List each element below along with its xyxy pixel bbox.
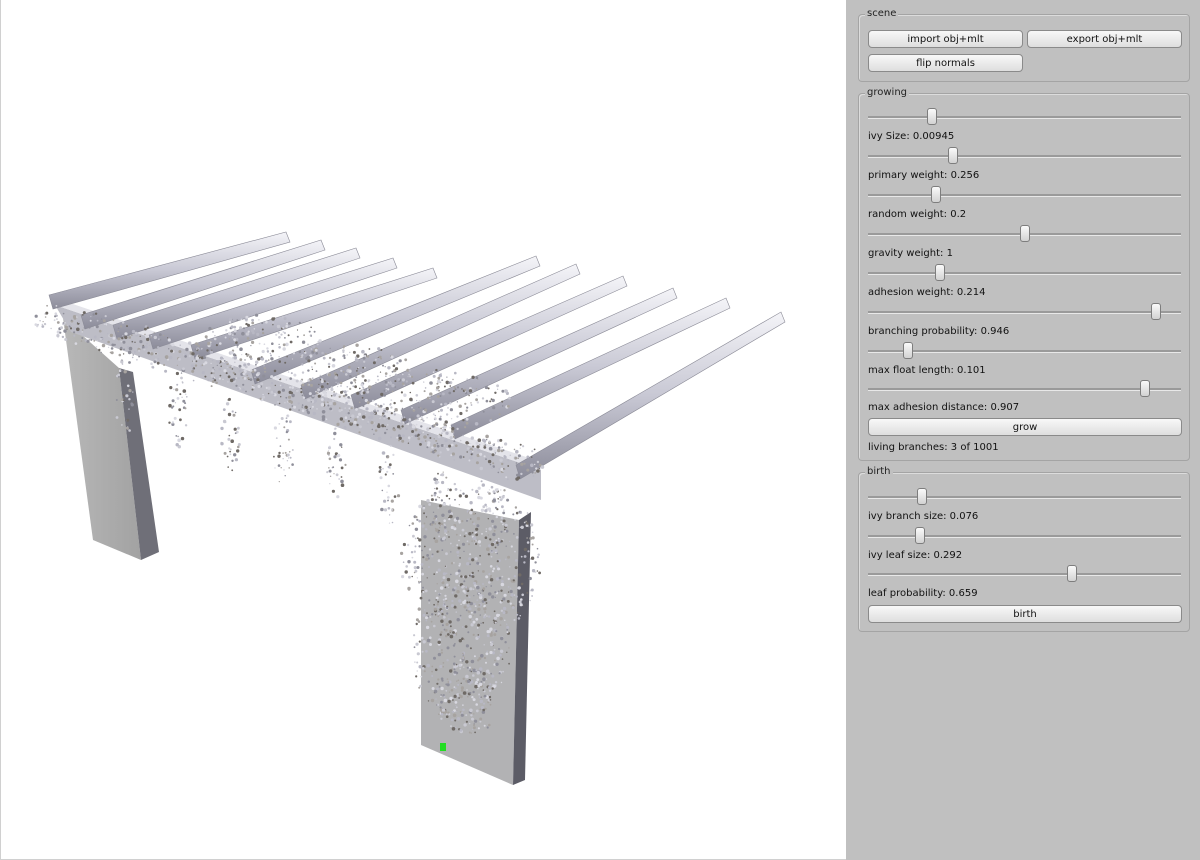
ivy-leaf-size-slider[interactable]	[868, 527, 1181, 545]
slider-handle[interactable]	[927, 108, 938, 125]
adhesion-weight-label: adhesion weight: 0.214	[868, 287, 986, 298]
3d-viewport[interactable]	[0, 0, 846, 860]
slider-handle[interactable]	[1140, 380, 1151, 397]
scene-group-title: scene	[865, 7, 899, 21]
import-button[interactable]: import obj+mlt	[868, 30, 1023, 48]
slider-handle[interactable]	[902, 342, 913, 359]
slider-handle[interactable]	[931, 186, 942, 203]
scene-group: scene import obj+mlt export obj+mlt flip…	[858, 7, 1190, 82]
slider-handle[interactable]	[914, 527, 925, 544]
ivy-branch-size-label: ivy branch size: 0.076	[868, 511, 979, 522]
max-adhesion-distance-label: max adhesion distance: 0.907	[868, 402, 1020, 413]
random-weight-label: random weight: 0.2	[868, 209, 967, 220]
max-float-length-label: max float length: 0.101	[868, 365, 986, 376]
branching-probability-label: branching probability: 0.946	[868, 326, 1010, 337]
flip-normals-button[interactable]: flip normals	[868, 54, 1023, 72]
living-branches-status: living branches: 3 of 1001	[868, 442, 999, 453]
growing-group-title: growing	[865, 86, 909, 100]
birth-group-title: birth	[865, 465, 893, 479]
ivy-size-slider[interactable]	[868, 108, 1181, 126]
slider-handle[interactable]	[1151, 303, 1162, 320]
adhesion-weight-slider[interactable]	[868, 264, 1181, 282]
growing-group: growing ivy Size: 0.00945 primary weight…	[858, 86, 1190, 461]
control-panel: scene import obj+mlt export obj+mlt flip…	[846, 0, 1200, 860]
pergola-ivy-render	[34, 231, 786, 785]
slider-handle[interactable]	[1066, 565, 1077, 582]
leaf-probability-label: leaf probability: 0.659	[868, 588, 978, 599]
primary-weight-label: primary weight: 0.256	[868, 170, 980, 181]
random-weight-slider[interactable]	[868, 186, 1181, 204]
primary-weight-slider[interactable]	[868, 147, 1181, 165]
slider-handle[interactable]	[1020, 225, 1031, 242]
slider-handle[interactable]	[935, 264, 946, 281]
gravity-weight-label: gravity weight: 1	[868, 248, 953, 259]
slider-handle[interactable]	[947, 147, 958, 164]
ivy-branch-size-slider[interactable]	[868, 488, 1181, 506]
slider-handle[interactable]	[916, 488, 927, 505]
max-adhesion-distance-slider[interactable]	[868, 380, 1181, 398]
grow-button[interactable]: grow	[868, 418, 1182, 436]
gravity-weight-slider[interactable]	[868, 225, 1181, 243]
export-button[interactable]: export obj+mlt	[1027, 30, 1182, 48]
ivy-leaf-size-label: ivy leaf size: 0.292	[868, 550, 963, 561]
max-float-length-slider[interactable]	[868, 342, 1181, 360]
ivy-size-label: ivy Size: 0.00945	[868, 131, 955, 142]
branching-probability-slider[interactable]	[868, 303, 1181, 321]
origin-marker	[440, 743, 446, 751]
leaf-probability-slider[interactable]	[868, 565, 1181, 583]
birth-group: birth ivy branch size: 0.076 ivy leaf si…	[858, 465, 1190, 632]
birth-button[interactable]: birth	[868, 605, 1182, 623]
